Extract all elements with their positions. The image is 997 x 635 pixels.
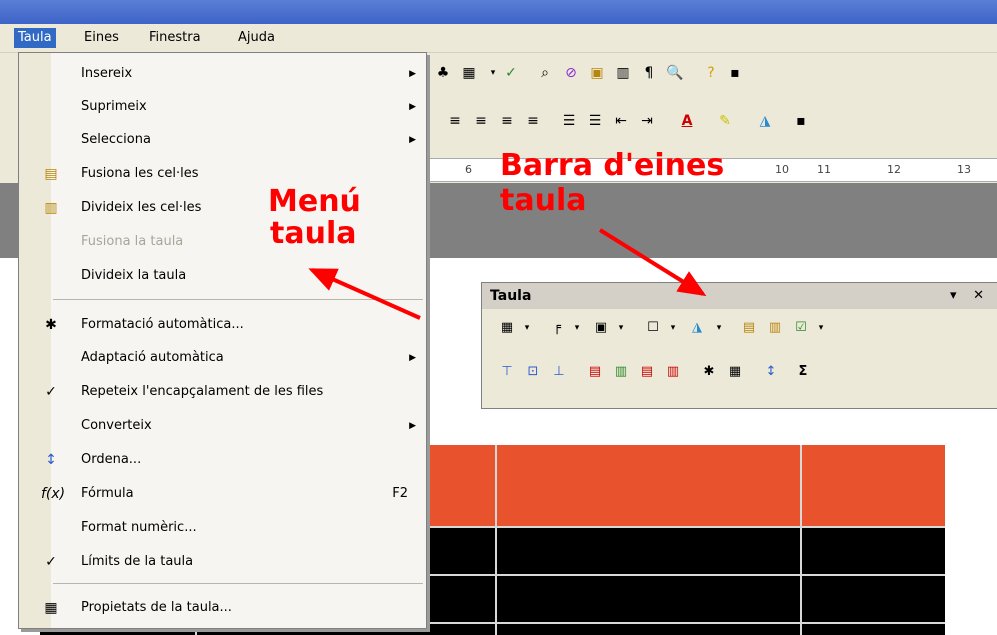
- arrow-to-toolbar: [598, 228, 707, 297]
- annotation-arrows: [308, 228, 707, 320]
- arrow-to-menu: [308, 268, 421, 320]
